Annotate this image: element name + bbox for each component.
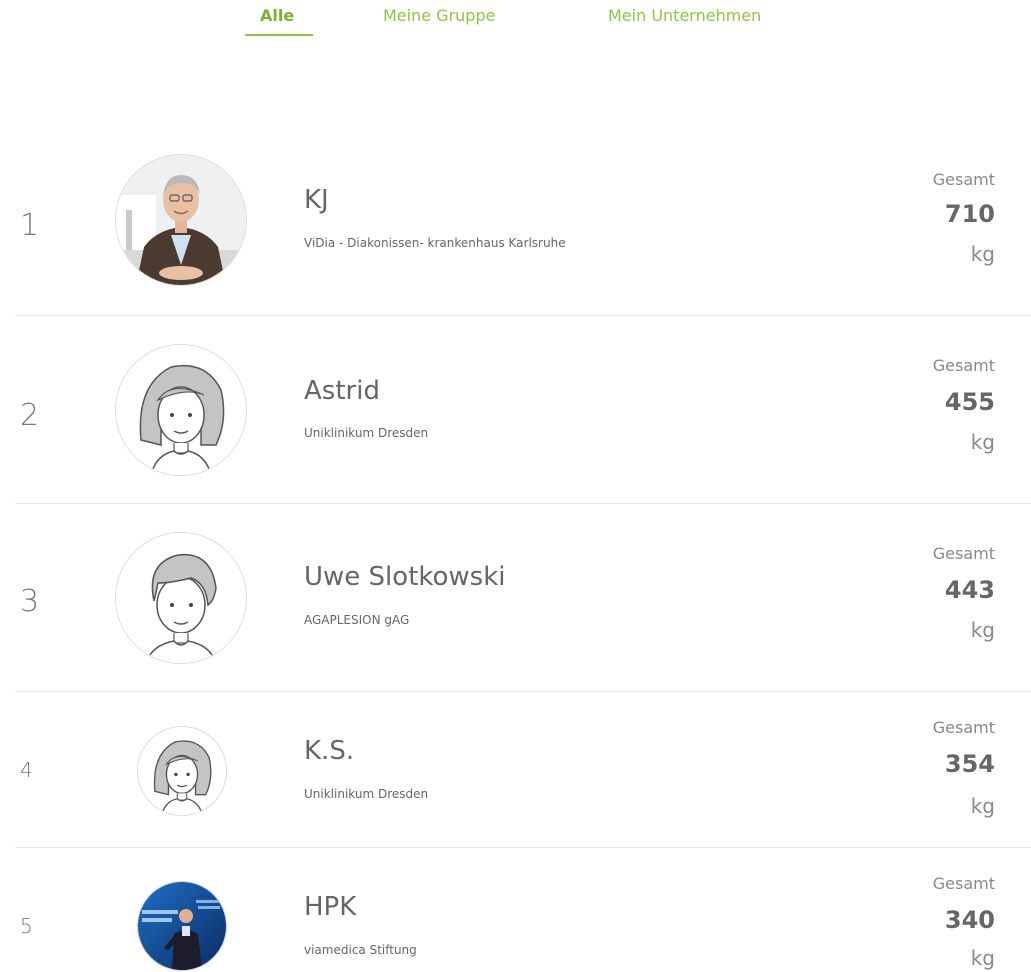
score-value: 354 xyxy=(944,750,995,778)
rank-number: 3 xyxy=(20,584,40,619)
score-value: 443 xyxy=(944,576,995,604)
woman-avatar-icon xyxy=(116,345,246,475)
user-name: Astrid xyxy=(304,376,380,406)
tab-meine-gruppe[interactable]: Meine Gruppe xyxy=(383,6,495,25)
user-organization: Uniklinikum Dresden xyxy=(304,787,429,801)
rank-number: 4 xyxy=(20,758,33,782)
score-value: 340 xyxy=(944,906,995,934)
score-value: 455 xyxy=(944,388,995,416)
rank-number: 1 xyxy=(20,208,40,243)
active-tab-indicator xyxy=(245,34,313,36)
avatar-illustration xyxy=(115,344,247,476)
user-organization: Uniklinikum Dresden xyxy=(304,426,429,440)
score-label: Gesamt xyxy=(932,544,995,563)
score-unit: kg xyxy=(970,242,995,266)
leaderboard-page: Alle Meine Gruppe Mein Unternehmen 1 KJ … xyxy=(0,0,1031,972)
rank-number: 2 xyxy=(20,398,40,433)
leaderboard-row[interactable]: 5 HPK viamedica Stiftung Gesamt 340 kg xyxy=(0,848,1031,972)
score-value: 710 xyxy=(944,200,995,228)
score-unit: kg xyxy=(970,794,995,818)
avatar-illustration xyxy=(137,726,227,816)
score-unit: kg xyxy=(970,430,995,454)
speaker-photo-icon xyxy=(138,882,226,970)
user-name: HPK xyxy=(304,892,357,922)
user-name: K.S. xyxy=(304,736,355,766)
avatar-photo xyxy=(115,154,247,286)
score-label: Gesamt xyxy=(932,170,995,189)
leaderboard-row[interactable]: 1 KJ ViDia - Diakonissen- krankenhaus Ka… xyxy=(0,150,1031,316)
rank-number: 5 xyxy=(20,914,33,938)
leaderboard-row[interactable]: 3 Uwe Slotkowski AGAPLESION gAG Gesamt 4… xyxy=(0,504,1031,692)
user-photo-icon xyxy=(116,155,246,285)
score-label: Gesamt xyxy=(932,874,995,893)
man-avatar-icon xyxy=(116,533,246,663)
tab-mein-unternehmen[interactable]: Mein Unternehmen xyxy=(608,6,761,25)
user-organization: viamedica Stiftung xyxy=(304,943,417,957)
woman-avatar-icon xyxy=(138,727,226,815)
leaderboard-row[interactable]: 4 K.S. Uniklinikum Dresden Gesamt 354 kg xyxy=(0,692,1031,848)
score-unit: kg xyxy=(970,618,995,642)
avatar-photo xyxy=(137,881,227,971)
score-label: Gesamt xyxy=(932,356,995,375)
user-organization: AGAPLESION gAG xyxy=(304,613,410,627)
user-name: KJ xyxy=(304,185,329,215)
user-name: Uwe Slotkowski xyxy=(304,562,506,592)
leaderboard-tabs: Alle Meine Gruppe Mein Unternehmen xyxy=(0,0,1031,40)
user-organization: ViDia - Diakonissen- krankenhaus Karlsru… xyxy=(304,236,566,250)
avatar-illustration xyxy=(115,532,247,664)
score-unit: kg xyxy=(970,946,995,970)
score-label: Gesamt xyxy=(932,718,995,737)
leaderboard-row[interactable]: 2 Astrid Uniklinikum Dresden Gesamt 455 … xyxy=(0,316,1031,504)
tab-alle[interactable]: Alle xyxy=(260,6,294,25)
